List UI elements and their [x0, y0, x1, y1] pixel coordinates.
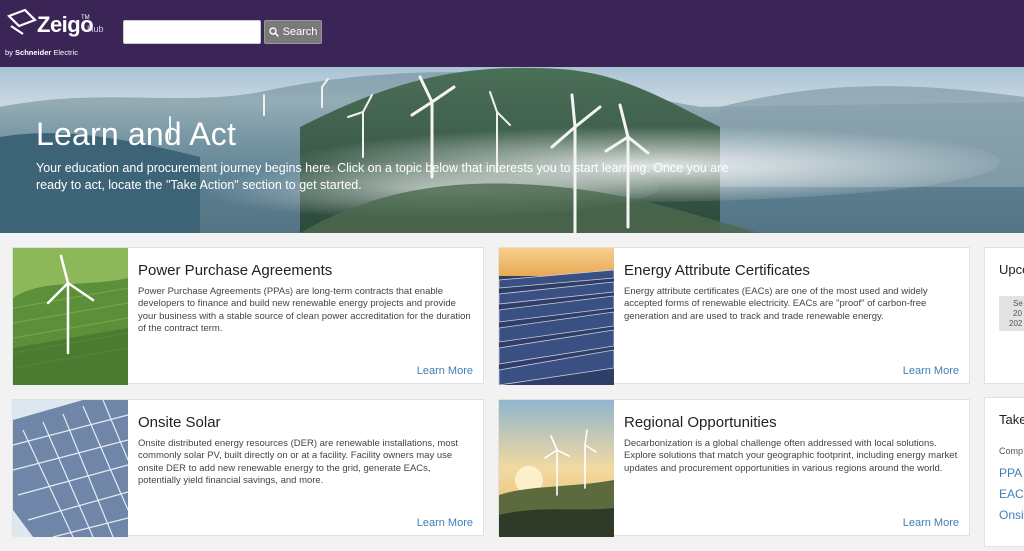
upcoming-title: Upco — [999, 262, 1024, 277]
zeigo-hub-logo[interactable]: Zeigo TM Hub by Schneider Electric — [5, 6, 105, 62]
take-action-link-eac[interactable]: EAC — [999, 487, 1024, 501]
card-energy-attribute-certificates: Energy Attribute Certificates Energy att… — [498, 247, 970, 385]
card-title: Power Purchase Agreements — [138, 262, 333, 279]
card-regional-opportunities: Regional Opportunities Decarbonization i… — [498, 399, 970, 537]
hero-banner: Learn and Act Your education and procure… — [0, 67, 1024, 233]
take-action-link-onsite[interactable]: Onsi — [999, 508, 1024, 522]
date-line: 202 — [1009, 319, 1023, 328]
solar-farm-image — [499, 248, 614, 385]
solar-panel-closeup-image — [13, 400, 128, 537]
card-title: Energy Attribute Certificates — [624, 262, 810, 279]
sunset-wind-turbines-image — [499, 400, 614, 537]
card-description: Onsite distributed energy resources (DER… — [138, 438, 458, 486]
search-input[interactable] — [123, 20, 261, 44]
take-action-panel: Take Comp PPA EAC Onsi — [984, 397, 1024, 547]
logo-product-text: Hub — [87, 24, 104, 34]
learn-more-link[interactable]: Learn More — [417, 365, 473, 377]
wind-turbine-field-image — [13, 248, 128, 385]
hero-description: Your education and procurement journey b… — [36, 161, 729, 192]
upcoming-events-panel: Upco Se 20 202 — [984, 247, 1024, 384]
search-button-label: Search — [282, 26, 318, 38]
card-title: Regional Opportunities — [624, 414, 777, 431]
card-description: Energy attribute certificates (EACs) are… — [624, 286, 928, 322]
logo-byline: by Schneider Electric — [5, 48, 78, 57]
take-action-subtitle: Comp — [999, 446, 1024, 456]
hero-title: Learn and Act — [36, 116, 237, 152]
event-date-badge[interactable]: Se 20 202 — [999, 296, 1024, 331]
learn-more-link[interactable]: Learn More — [903, 365, 959, 377]
logo-trademark: TM — [81, 15, 90, 21]
card-title: Onsite Solar — [138, 414, 221, 431]
card-description: Decarbonization is a global challenge of… — [624, 438, 958, 474]
learn-more-link[interactable]: Learn More — [903, 517, 959, 529]
card-onsite-solar: Onsite Solar Onsite distributed energy r… — [12, 399, 484, 537]
logo-parent-rest: Electric — [51, 48, 78, 57]
logo-parent-bold: Schneider — [15, 48, 52, 57]
search-button[interactable]: Search — [264, 20, 322, 44]
top-navigation-bar: Zeigo TM Hub by Schneider Electric Searc… — [0, 0, 1024, 67]
zeigo-logo-mark-icon — [7, 8, 37, 35]
logo-by-text: by — [5, 48, 13, 57]
search-icon — [268, 27, 279, 37]
take-action-link-ppa[interactable]: PPA — [999, 466, 1022, 480]
learn-more-link[interactable]: Learn More — [417, 517, 473, 529]
date-line: 20 — [1013, 309, 1022, 318]
card-power-purchase-agreements: Power Purchase Agreements Power Purchase… — [12, 247, 484, 385]
date-line: Se — [1013, 299, 1023, 308]
take-action-title: Take — [999, 412, 1024, 427]
card-description: Power Purchase Agreements (PPAs) are lon… — [138, 286, 471, 334]
